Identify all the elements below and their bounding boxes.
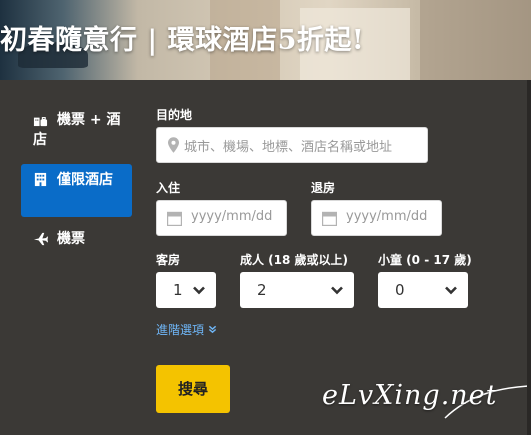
flight-hotel-icon: [33, 117, 48, 127]
adults-label: 成人 (18 歲或以上): [240, 253, 349, 267]
double-chevron-down-icon: [208, 325, 216, 334]
checkin-label: 入住: [156, 181, 181, 195]
calendar-icon: [322, 211, 337, 226]
advanced-options-label: 進階選項: [156, 323, 205, 337]
adults-select[interactable]: 2: [240, 272, 354, 308]
children-select[interactable]: 0: [378, 272, 468, 308]
airplane-icon: [33, 232, 48, 246]
search-button[interactable]: 搜尋: [156, 365, 230, 413]
checkin-date-input[interactable]: yyyy/mm/dd: [156, 200, 287, 236]
checkin-placeholder: yyyy/mm/dd: [191, 209, 273, 224]
destination-label: 目的地: [156, 108, 193, 122]
sidebar-item-flight-hotel[interactable]: 機票 + 酒店: [21, 110, 132, 152]
chevron-down-icon: [331, 286, 343, 295]
sidebar-item-hotel-only[interactable]: 僅限酒店: [21, 164, 132, 217]
destination-placeholder: 城市、機場、地標、酒店名稱或地址: [184, 140, 393, 155]
hotel-building-icon: [34, 172, 47, 187]
promo-banner[interactable]: 初春隨意行 | 環球酒店5折起!: [0, 0, 531, 80]
checkout-label: 退房: [311, 181, 336, 195]
chevron-down-icon: [445, 286, 457, 295]
children-label: 小童 (0 - 17 歲): [378, 253, 472, 267]
rooms-label: 客房: [156, 253, 181, 267]
panel-edge: [527, 80, 531, 435]
rooms-value: 1: [173, 281, 183, 299]
checkout-date-input[interactable]: yyyy/mm/dd: [311, 200, 442, 236]
children-value: 0: [395, 281, 405, 299]
location-pin-icon: [168, 137, 179, 153]
advanced-options-link[interactable]: 進階選項: [156, 321, 217, 338]
watermark: eLvXing.net: [322, 380, 498, 411]
calendar-icon: [167, 211, 182, 226]
checkout-placeholder: yyyy/mm/dd: [346, 209, 428, 224]
rooms-select[interactable]: 1: [156, 272, 216, 308]
banner-title: 初春隨意行 | 環球酒店5折起!: [0, 25, 365, 56]
chevron-down-icon: [193, 286, 205, 295]
destination-input[interactable]: 城市、機場、地標、酒店名稱或地址: [156, 127, 428, 163]
banner-photo-shape: [420, 0, 531, 80]
adults-value: 2: [257, 281, 267, 299]
sidebar-item-flight[interactable]: 機票: [21, 229, 132, 253]
